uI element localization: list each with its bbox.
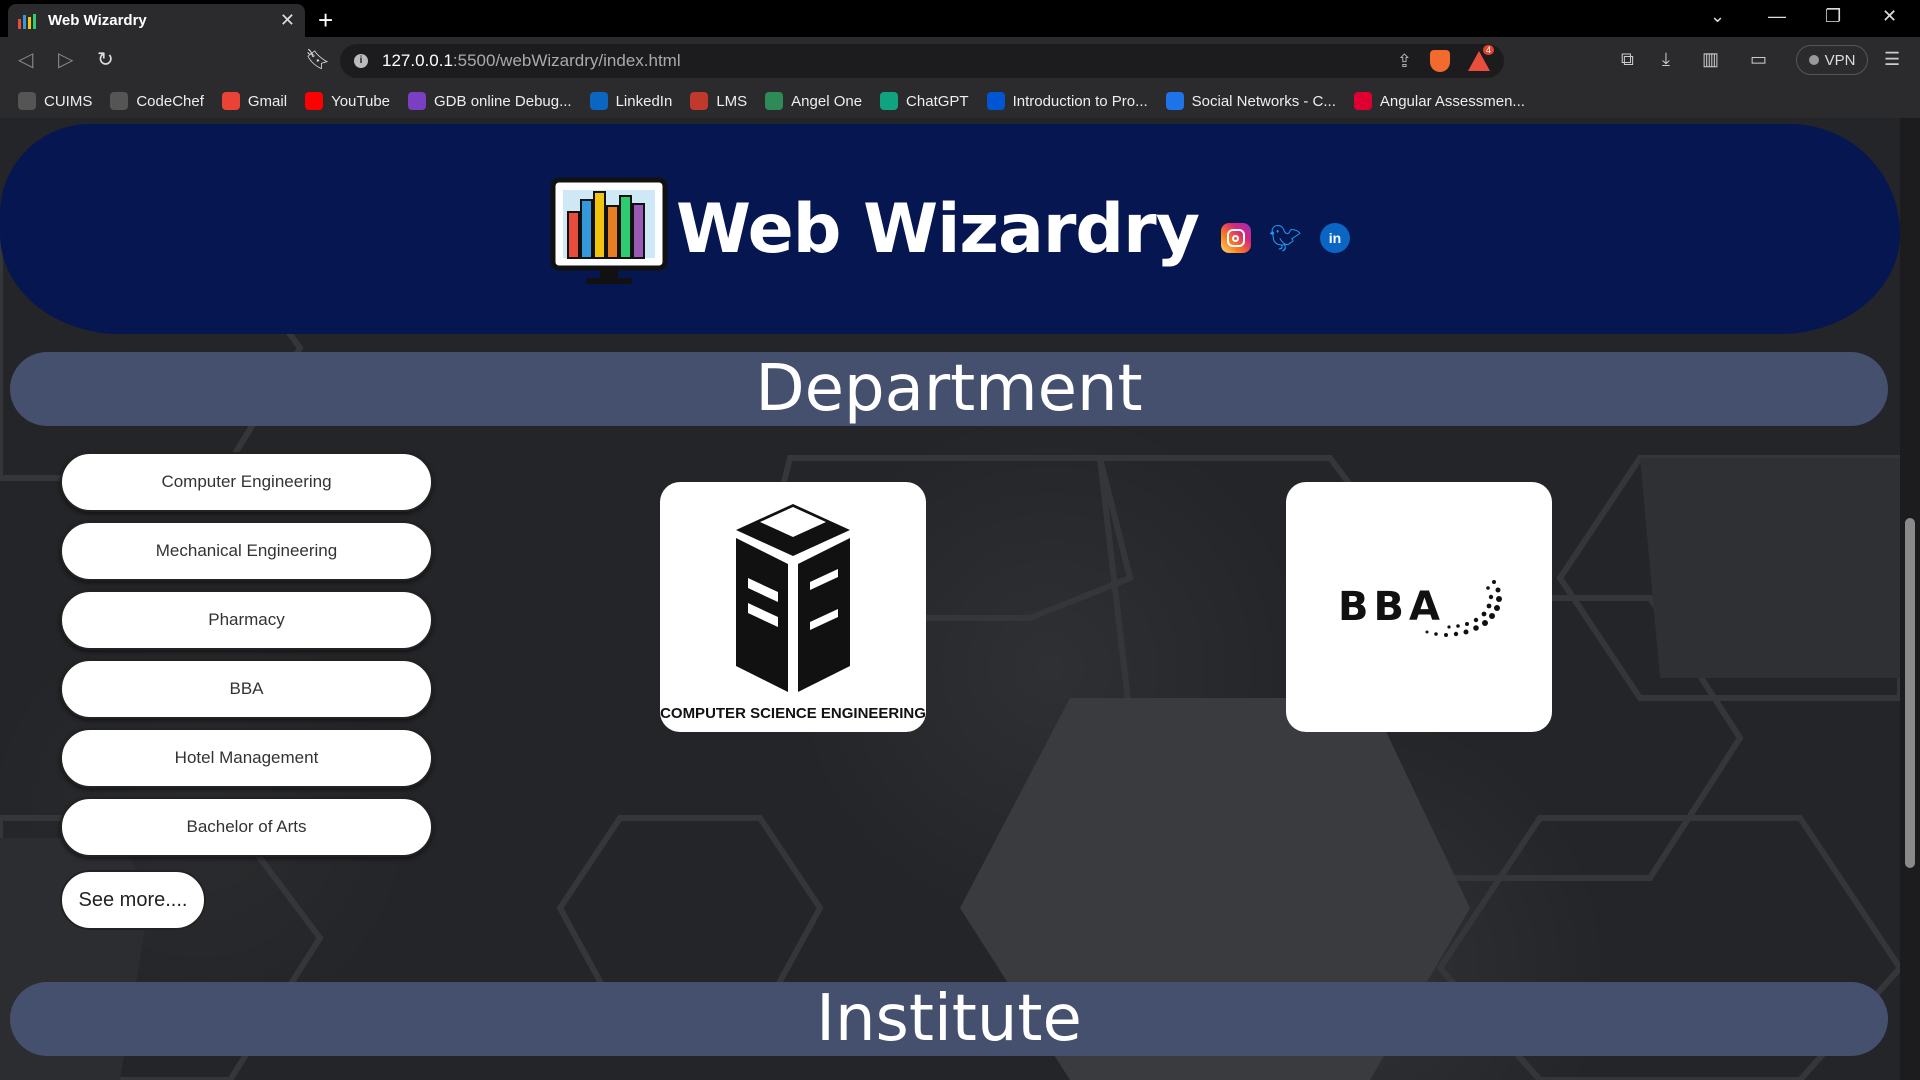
page-scrollbar[interactable] [1900, 118, 1920, 1080]
bookmark-item[interactable]: LMS [690, 92, 747, 110]
vpn-label: VPN [1824, 51, 1856, 69]
sidebar-icon[interactable]: ▥ [1702, 49, 1719, 70]
site-info-icon[interactable]: i [354, 54, 368, 68]
bba-logo-icon: BBA [1338, 580, 1502, 637]
tab-close-icon[interactable]: ✕ [280, 10, 295, 31]
wallet-icon[interactable]: ▭ [1750, 49, 1767, 70]
bookmark-label: CodeChef [136, 92, 204, 110]
menu-icon[interactable]: ☰ [1884, 49, 1900, 70]
social-links: 🐦︎ in [1220, 223, 1350, 254]
bookmark-item[interactable]: Introduction to Pro... [986, 92, 1148, 110]
bookmark-label: YouTube [331, 92, 391, 110]
rewards-count: 4 [1483, 45, 1495, 55]
tab-title: Web Wizardry [48, 12, 147, 29]
bookmark-label: Gmail [247, 92, 288, 110]
globe-icon [18, 92, 36, 110]
tab-web-wizardry[interactable]: Web Wizardry ✕ [8, 4, 305, 37]
back-icon[interactable]: ◁ [18, 47, 33, 72]
see-more-button[interactable]: See more.... [60, 870, 206, 930]
vpn-button[interactable]: VPN [1796, 45, 1868, 75]
department-button[interactable]: Computer Engineering [60, 452, 433, 512]
department-list: Computer Engineering Mechanical Engineeri… [60, 452, 435, 866]
bookmark-item[interactable]: Social Networks - C... [1165, 92, 1336, 110]
vpn-status-icon [1808, 55, 1819, 65]
bookmark-label: Social Networks - C... [1191, 92, 1336, 110]
bookmark-item[interactable]: ChatGPT [880, 92, 969, 110]
bookmark-label: LMS [716, 92, 748, 110]
bookmark-item[interactable]: CodeChef [110, 92, 204, 110]
bookmark-label: Angel One [791, 92, 863, 110]
bookmark-label: ChatGPT [906, 92, 969, 110]
instagram-icon[interactable] [1220, 223, 1251, 253]
download-icon[interactable]: ⤓ [1662, 49, 1670, 70]
tab-search-chevron-icon[interactable]: ⌄ [1710, 6, 1725, 27]
cse-card-caption: COMPUTER SCIENCE ENGINEERING [660, 705, 926, 722]
brave-rewards-icon[interactable]: 4 [1468, 45, 1495, 71]
globe-icon [110, 92, 129, 110]
social-icon [1165, 92, 1184, 110]
extensions-icon[interactable]: ⧉ [1621, 49, 1634, 70]
bookmark-item[interactable]: Gmail [221, 92, 288, 110]
angel-one-icon [765, 92, 784, 110]
lms-icon [690, 92, 709, 110]
favicon-icon [18, 13, 36, 29]
bookmark-item[interactable]: YouTube [305, 92, 390, 110]
department-heading: Department [10, 352, 1888, 426]
bookmarks-bar: CUIMS CodeChef Gmail YouTube GDB online Debu… [0, 84, 1920, 118]
linkedin-icon[interactable]: in [1319, 223, 1350, 253]
restore-icon[interactable]: ❐ [1825, 6, 1841, 27]
twitter-icon[interactable]: 🐦︎ [1269, 223, 1302, 254]
forward-icon[interactable]: ▷ [58, 47, 73, 72]
cse-logo-icon: COMPUTER SCIENCE ENGINEERING [660, 504, 926, 722]
bookmark-item[interactable]: GDB online Debug... [408, 92, 572, 110]
youtube-icon [305, 92, 324, 110]
bookmark-item[interactable]: Angular Assessmen... [1353, 92, 1525, 110]
site-header: Web Wizardry 🐦︎ in [0, 124, 1900, 334]
bookmark-item[interactable]: CUIMS [18, 92, 92, 110]
new-tab-icon[interactable]: + [318, 5, 333, 36]
address-bar[interactable]: i 127.0.0.1 :5500/webWizardry/index.html… [340, 44, 1504, 78]
brave-shields-icon[interactable] [1430, 50, 1450, 72]
bookmark-item[interactable]: Angel One [765, 92, 862, 110]
bba-card-text: BBA [1338, 584, 1445, 630]
scrollbar-thumb[interactable] [1905, 518, 1915, 868]
share-icon[interactable]: ⇪ [1397, 51, 1412, 72]
bookmark-item[interactable]: LinkedIn [589, 92, 673, 110]
bba-card[interactable]: BBA [1286, 482, 1552, 732]
site-brand-title: Web Wizardry [676, 189, 1200, 269]
page-viewport: Web Wizardry 🐦︎ in Department Computer E… [0, 118, 1900, 1080]
bookmark-label: GDB online Debug... [434, 92, 572, 110]
bookmark-label: CUIMS [44, 92, 93, 110]
department-button[interactable]: Hotel Management [60, 728, 433, 788]
gmail-icon [221, 92, 240, 110]
url-path: :5500/webWizardry/index.html [452, 51, 681, 70]
department-button[interactable]: Mechanical Engineering [60, 521, 433, 581]
coursera-icon [986, 92, 1005, 110]
minimize-icon[interactable]: — [1768, 6, 1786, 27]
bookmark-label: Introduction to Pro... [1012, 92, 1148, 110]
linkedin-icon [589, 92, 608, 110]
gdb-icon [408, 92, 427, 110]
bookmark-label: Angular Assessmen... [1379, 92, 1525, 110]
bookmark-page-icon[interactable]: 🔖︎ [305, 47, 330, 72]
reload-icon[interactable]: ↻ [97, 47, 114, 72]
cse-card[interactable]: COMPUTER SCIENCE ENGINEERING [660, 482, 926, 732]
close-window-icon[interactable]: ✕ [1882, 6, 1897, 27]
institute-heading: Institute [10, 982, 1888, 1056]
tab-strip: Web Wizardry ✕ + ⌄ — ❐ ✕ [0, 0, 1920, 37]
department-button[interactable]: Pharmacy [60, 590, 433, 650]
site-logo-icon [550, 177, 668, 284]
angular-icon [1353, 92, 1372, 110]
url-host: 127.0.0.1 [382, 51, 453, 70]
bookmark-label: LinkedIn [615, 92, 673, 110]
department-button[interactable]: BBA [60, 659, 433, 719]
chatgpt-icon [880, 92, 899, 110]
browser-toolbar: ◁ ▷ ↻ 🔖︎ i 127.0.0.1 :5500/webWizardry/i… [0, 37, 1920, 84]
department-button[interactable]: Bachelor of Arts [60, 797, 433, 857]
